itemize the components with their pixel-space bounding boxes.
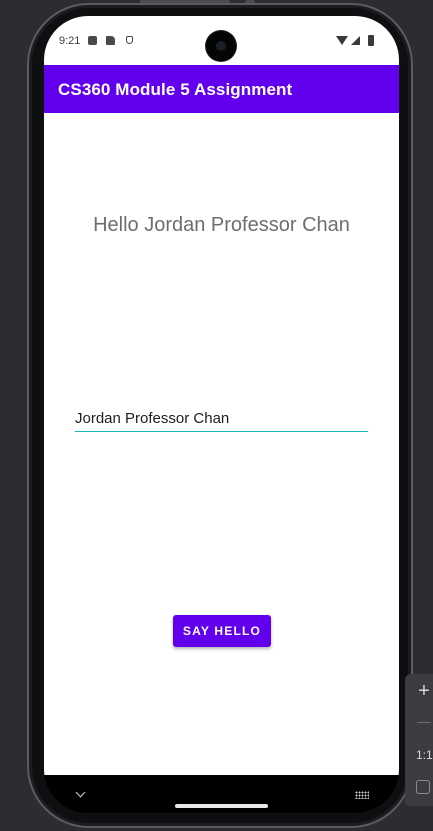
name-input[interactable]: [75, 405, 368, 432]
wifi-icon: [336, 36, 348, 45]
status-time: 9:21: [59, 35, 81, 47]
fit-screen-icon[interactable]: [416, 780, 430, 794]
battery-icon: [368, 35, 374, 46]
home-pill[interactable]: [175, 804, 268, 808]
app-bar: CS360 Module 5 Assignment: [44, 65, 399, 113]
main-content: Hello Jordan Professor Chan SAY HELLO: [44, 113, 399, 775]
keyboard-icon[interactable]: [355, 791, 369, 799]
zoom-ratio-button[interactable]: 1:1: [416, 748, 433, 762]
sd-card-icon: [106, 36, 115, 45]
app-title: CS360 Module 5 Assignment: [58, 80, 293, 99]
status-bar: 9:21: [44, 16, 399, 65]
shield-icon: [125, 36, 134, 45]
say-hello-button[interactable]: SAY HELLO: [173, 615, 271, 647]
emulator-toolbar: + 1:1: [405, 674, 433, 806]
toolbar-divider: [417, 722, 431, 723]
chevron-down-icon[interactable]: [75, 787, 86, 798]
signal-icon: [351, 36, 360, 45]
front-camera: [206, 31, 236, 61]
emulator-window: 9:21 CS360 Module 5 Assignment Hello Jor…: [0, 0, 433, 831]
phone-screen: 9:21 CS360 Module 5 Assignment Hello Jor…: [44, 16, 399, 813]
notification-a-icon: [88, 36, 97, 45]
navigation-bar: [44, 775, 399, 813]
greeting-text: Hello Jordan Professor Chan: [93, 214, 350, 236]
zoom-in-icon[interactable]: +: [415, 681, 433, 701]
